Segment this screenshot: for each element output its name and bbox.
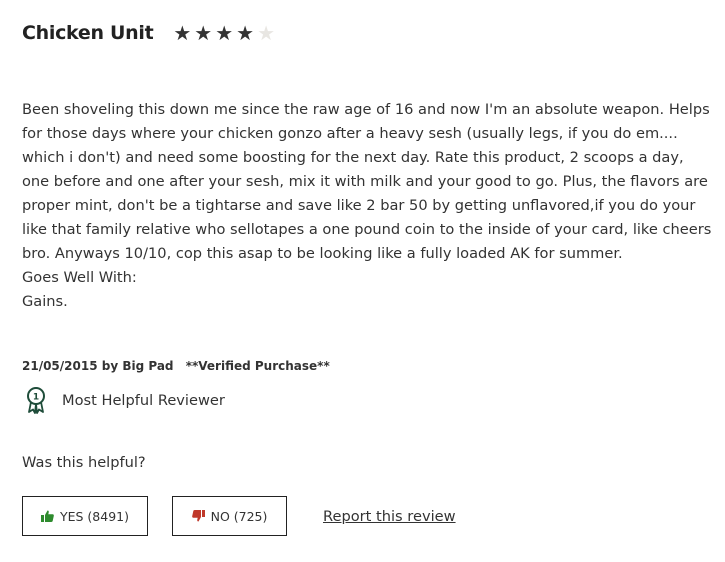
review-date-author: 21/05/2015 by Big Pad: [22, 359, 174, 373]
star-icon: ★: [236, 21, 255, 45]
star-rating: ★ ★ ★ ★ ★: [173, 23, 275, 43]
star-icon: ★: [257, 21, 276, 45]
vote-no-button[interactable]: NO (725): [172, 496, 287, 536]
vote-actions: YES (8491) NO (725) Report this review: [22, 496, 456, 536]
review-body: Been shoveling this down me since the ra…: [22, 98, 712, 314]
review-title: Chicken Unit: [22, 22, 154, 44]
goes-well-with-value: Gains.: [22, 293, 68, 310]
verified-purchase-label: **Verified Purchase**: [185, 359, 330, 373]
star-icon: ★: [194, 21, 213, 45]
award-ribbon-icon: 1: [27, 387, 45, 414]
svg-text:1: 1: [33, 393, 39, 403]
star-icon: ★: [215, 21, 234, 45]
helpful-question: Was this helpful?: [22, 454, 146, 471]
vote-no-label: NO (725): [210, 508, 268, 524]
vote-yes-label: YES (8491): [59, 508, 129, 524]
badge-label: Most Helpful Reviewer: [62, 391, 225, 409]
vote-yes-button[interactable]: YES (8491): [22, 496, 148, 536]
star-icon: ★: [173, 21, 192, 45]
goes-well-with-label: Goes Well With:: [22, 269, 137, 286]
review-meta: 21/05/2015 by Big Pad **Verified Purchas…: [22, 359, 330, 373]
review-header: Chicken Unit ★ ★ ★ ★ ★: [22, 22, 275, 44]
thumbs-down-icon: [191, 510, 205, 522]
report-review-link[interactable]: Report this review: [323, 508, 456, 525]
thumbs-up-icon: [40, 510, 54, 522]
review-text: Been shoveling this down me since the ra…: [22, 101, 712, 262]
reviewer-badge: 1 Most Helpful Reviewer: [24, 386, 225, 414]
